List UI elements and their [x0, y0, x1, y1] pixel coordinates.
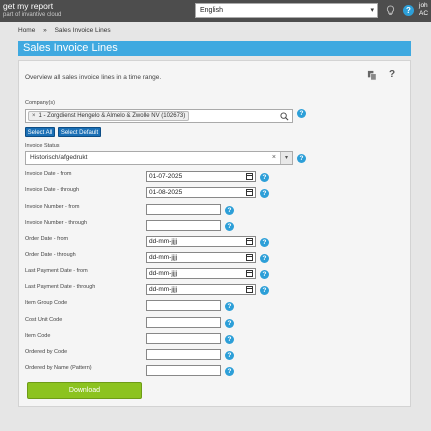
field-value: dd-mm-jjjj — [149, 254, 178, 261]
field-label: Invoice Number - from — [25, 204, 80, 210]
top-bar: get my report part of invantive cloud En… — [0, 0, 431, 22]
invoice-date-through-input[interactable]: 01-08-2025 — [146, 187, 256, 198]
last-payment-date-from-input[interactable]: dd-mm-jjjj — [146, 268, 256, 279]
breadcrumb-home[interactable]: Home — [18, 27, 35, 34]
search-icon[interactable] — [280, 112, 289, 121]
breadcrumb: Home » Sales Invoice Lines — [18, 27, 111, 34]
field-value: dd-mm-jjjj — [149, 270, 178, 277]
company-select[interactable]: × 1 - Zorgdienst Hengelo & Almelo & Zwoll… — [25, 109, 293, 123]
invoice-status-value: Historisch/afgedrukt — [30, 154, 88, 161]
invoice-number-from-input[interactable] — [146, 204, 221, 215]
field-label: Item Code — [25, 333, 51, 339]
company-chip-label: 1 - Zorgdienst Hengelo & Almelo & Zwolle… — [38, 113, 186, 119]
info-icon[interactable]: ? — [260, 286, 269, 295]
field-label: Order Date - through — [25, 252, 76, 258]
page-title: Sales Invoice Lines — [23, 42, 118, 54]
info-icon[interactable]: ? — [225, 335, 234, 344]
order-date-through-input[interactable]: dd-mm-jjjj — [146, 252, 256, 263]
info-icon[interactable]: ? — [225, 367, 234, 376]
field-value: 01-07-2025 — [149, 173, 183, 180]
company-chip[interactable]: × 1 - Zorgdienst Hengelo & Almelo & Zwoll… — [28, 111, 190, 121]
field-label: Order Date - from — [25, 236, 69, 242]
calendar-icon[interactable] — [246, 270, 253, 277]
invoice-status-label: Invoice Status — [25, 143, 60, 149]
invoice-status-select[interactable]: Historisch/afgedrukt × ▾ — [25, 151, 293, 165]
question-icon[interactable]: ? — [389, 69, 395, 80]
select-default-button[interactable]: Select Default — [58, 127, 101, 137]
page-title-bar: Sales Invoice Lines — [18, 41, 411, 56]
language-select[interactable]: English ▾ — [195, 3, 378, 18]
field-label: Invoice Number - through — [25, 220, 88, 226]
report-panel: Overview all sales invoice lines in a ti… — [18, 60, 411, 407]
breadcrumb-separator: » — [43, 27, 47, 34]
info-icon[interactable]: ? — [260, 238, 269, 247]
ordered-by-code-input[interactable] — [146, 349, 221, 360]
info-icon[interactable]: ? — [260, 189, 269, 198]
clear-icon[interactable]: × — [272, 152, 276, 164]
last-payment-date-through-input[interactable]: dd-mm-jjjj — [146, 284, 256, 295]
company-label: Company(s) — [25, 100, 55, 106]
chevron-down-icon: ▾ — [370, 7, 374, 14]
field-label: Invoice Date - from — [25, 171, 72, 177]
info-icon[interactable]: ? — [260, 270, 269, 279]
info-icon[interactable]: ? — [297, 154, 306, 163]
remove-chip-icon[interactable]: × — [32, 113, 36, 119]
field-label: Ordered by Name (Pattern) — [25, 365, 92, 371]
overview-text: Overview all sales invoice lines in a ti… — [25, 74, 162, 81]
field-label: Last Payment Date - from — [25, 268, 88, 274]
calendar-icon[interactable] — [246, 254, 253, 261]
field-label: Cost Unit Code — [25, 317, 63, 323]
ordered-by-name-input[interactable] — [146, 365, 221, 376]
info-icon[interactable]: ? — [225, 302, 234, 311]
info-icon[interactable]: ? — [225, 222, 234, 231]
info-icon[interactable]: ? — [260, 254, 269, 263]
invoice-date-from-input[interactable]: 01-07-2025 — [146, 171, 256, 182]
lightbulb-icon[interactable] — [385, 5, 396, 16]
calendar-icon[interactable] — [246, 189, 253, 196]
info-icon[interactable]: ? — [225, 206, 234, 215]
language-value: English — [200, 7, 223, 14]
download-button[interactable]: Download — [27, 382, 142, 399]
help-icon[interactable]: ? — [403, 5, 414, 16]
calendar-icon[interactable] — [246, 238, 253, 245]
field-value: dd-mm-jjjj — [149, 286, 178, 293]
info-icon[interactable]: ? — [225, 319, 234, 328]
invoice-number-through-input[interactable] — [146, 220, 221, 231]
user-name-text: joh AC — [419, 2, 429, 17]
field-label: Ordered by Code — [25, 349, 68, 355]
calendar-icon[interactable] — [246, 286, 253, 293]
brand-title[interactable]: get my report — [3, 2, 53, 11]
user-name[interactable]: joh AC — [419, 2, 428, 18]
cost-unit-code-input[interactable] — [146, 317, 221, 328]
breadcrumb-current: Sales Invoice Lines — [54, 27, 111, 34]
info-icon[interactable]: ? — [297, 109, 306, 118]
brand-subtitle: part of invantive cloud — [3, 12, 62, 18]
field-value: dd-mm-jjjj — [149, 238, 178, 245]
order-date-from-input[interactable]: dd-mm-jjjj — [146, 236, 256, 247]
chevron-down-icon[interactable]: ▾ — [280, 152, 292, 164]
field-label: Last Payment Date - through — [25, 284, 96, 290]
select-all-button[interactable]: Select All — [25, 127, 55, 137]
copy-icon[interactable] — [367, 70, 378, 81]
field-value: 01-08-2025 — [149, 189, 183, 196]
item-group-code-input[interactable] — [146, 300, 221, 311]
item-code-input[interactable] — [146, 333, 221, 344]
info-icon[interactable]: ? — [260, 173, 269, 182]
calendar-icon[interactable] — [246, 173, 253, 180]
info-icon[interactable]: ? — [225, 351, 234, 360]
field-label: Invoice Date - through — [25, 187, 80, 193]
field-label: Item Group Code — [25, 300, 68, 306]
